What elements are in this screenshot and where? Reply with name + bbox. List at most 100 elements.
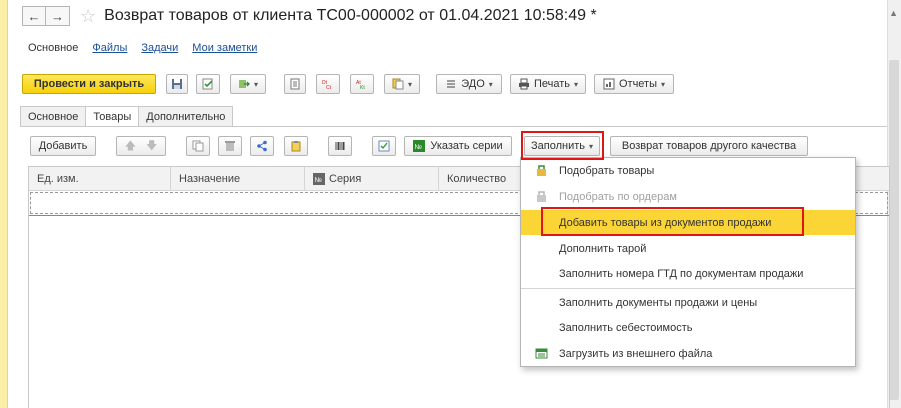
series-icon: № xyxy=(313,173,325,185)
menu-item-fill-cost[interactable]: Заполнить себестоимость xyxy=(521,315,855,340)
post-document-icon xyxy=(202,78,213,90)
journal-button[interactable] xyxy=(284,74,306,94)
nav-main[interactable]: Основное xyxy=(28,42,78,54)
tab-additional[interactable]: Дополнительно xyxy=(138,106,234,126)
scroll-thumb[interactable] xyxy=(889,60,899,400)
chevron-down-icon: ▾ xyxy=(488,79,493,89)
fill-button-highlight-frame xyxy=(521,131,604,160)
menu-item-label: Дополнить тарой xyxy=(559,242,647,255)
arrow-up-icon[interactable]: 🡅 xyxy=(125,137,136,156)
forward-button[interactable]: → xyxy=(46,6,70,26)
column-unit[interactable]: Ед. изм. xyxy=(29,167,171,191)
svg-text:№: № xyxy=(415,144,423,151)
print-label: Печать xyxy=(533,78,571,90)
printer-icon xyxy=(518,78,529,90)
reports-button[interactable]: Отчеты ▾ xyxy=(594,74,674,94)
load-file-icon xyxy=(535,348,548,359)
menu-separator xyxy=(521,288,855,289)
edo-icon xyxy=(447,80,456,88)
post-and-close-button[interactable]: Провести и закрыть xyxy=(22,74,156,94)
specify-series-button[interactable]: № Указать серии xyxy=(404,136,512,156)
menu-item-label: Загрузить из внешнего файла xyxy=(559,347,713,360)
paste-button[interactable] xyxy=(284,136,308,156)
forward-arrow-icon: → xyxy=(51,8,64,24)
chevron-down-icon: ▾ xyxy=(574,79,579,89)
title-bar: ← → ☆ Возврат товаров от клиента ТС00-00… xyxy=(22,4,597,28)
menu-item-label: Заполнить номера ГТД по документам прода… xyxy=(559,267,804,280)
copy-row-button[interactable] xyxy=(186,136,210,156)
document-title: Возврат товаров от клиента ТС00-000002 о… xyxy=(104,7,597,24)
left-accent-strip xyxy=(0,0,8,408)
column-series[interactable]: № Серия xyxy=(305,167,439,191)
reports-label: Отчеты xyxy=(618,78,657,90)
move-buttons[interactable]: 🡅 🡇 xyxy=(116,136,166,156)
tab-main[interactable]: Основное xyxy=(20,106,87,126)
back-arrow-icon: ← xyxy=(27,8,41,24)
favorite-star-icon[interactable]: ☆ xyxy=(80,6,96,27)
tab-goods[interactable]: Товары xyxy=(85,106,140,127)
debit-credit-button[interactable]: Dt Ct xyxy=(316,74,340,94)
barcode-button[interactable] xyxy=(328,136,352,156)
print-button[interactable]: Печать ▾ xyxy=(510,74,586,94)
create-based-icon xyxy=(238,80,250,88)
specify-series-label: Указать серии xyxy=(430,140,503,152)
transactions-button[interactable]: At Kt xyxy=(350,74,374,94)
trash-icon xyxy=(225,141,235,151)
menu-item-label: Подобрать по ордерам xyxy=(559,190,677,203)
series-number-icon: № xyxy=(413,140,426,152)
pick-goods-icon xyxy=(537,165,546,176)
chevron-down-icon: ▾ xyxy=(407,79,412,89)
svg-text:Kt: Kt xyxy=(360,85,365,90)
delete-row-button[interactable] xyxy=(218,136,242,156)
scroll-up-icon[interactable]: ▲ xyxy=(889,8,898,18)
return-other-quality-button[interactable]: Возврат товаров другого качества xyxy=(610,136,808,156)
back-button[interactable]: ← xyxy=(22,6,46,26)
share-icon xyxy=(257,140,267,152)
svg-text:Ct: Ct xyxy=(326,85,332,90)
pick-orders-icon xyxy=(537,191,546,202)
menu-item-label: Подобрать товары xyxy=(559,164,655,177)
menu-item-pick-goods[interactable]: Подобрать товары xyxy=(521,158,855,183)
menu-item-label: Заполнить себестоимость xyxy=(559,321,693,334)
nav-notes[interactable]: Мои заметки xyxy=(192,42,257,54)
edo-button[interactable]: ЭДО ▾ xyxy=(436,74,502,94)
menu-item-highlight-frame xyxy=(541,207,804,236)
menu-item-fill-gtd-numbers[interactable]: Заполнить номера ГТД по документам прода… xyxy=(521,261,855,286)
related-docs-icon xyxy=(392,78,404,90)
column-purpose[interactable]: Назначение xyxy=(171,167,305,191)
form-tabs: Основное Товары Дополнительно xyxy=(20,106,234,127)
edo-label: ЭДО xyxy=(461,78,485,90)
menu-item-pick-orders[interactable]: Подобрать по ордерам xyxy=(521,184,855,209)
clipboard-icon xyxy=(291,141,301,152)
barcode-icon xyxy=(335,142,345,150)
menu-item-label: Заполнить документы продажи и цены xyxy=(559,296,758,309)
menu-item-fill-sales-docs-prices[interactable]: Заполнить документы продажи и цены xyxy=(521,290,855,315)
at-kt-icon: AtKt xyxy=(356,80,365,90)
column-series-label: Серия xyxy=(329,173,362,185)
check-button[interactable] xyxy=(372,136,396,156)
copy-icon xyxy=(192,140,204,152)
chevron-down-icon: ▾ xyxy=(253,79,258,89)
add-row-button[interactable]: Добавить xyxy=(30,136,96,156)
nav-files[interactable]: Файлы xyxy=(92,42,127,54)
save-button[interactable] xyxy=(166,74,188,94)
related-docs-button[interactable]: ▾ xyxy=(384,74,420,94)
floppy-disk-icon xyxy=(172,79,182,89)
menu-item-load-external-file[interactable]: Загрузить из внешнего файла xyxy=(521,341,855,366)
chevron-down-icon: ▾ xyxy=(661,79,666,89)
nav-tasks[interactable]: Задачи xyxy=(141,42,178,54)
share-button[interactable] xyxy=(250,136,274,156)
fill-dropdown-menu: Подобрать товары Подобрать по ордерам До… xyxy=(520,157,856,367)
arrow-down-icon[interactable]: 🡇 xyxy=(146,137,157,156)
create-based-on-button[interactable]: ▾ xyxy=(230,74,266,94)
menu-item-add-packaging[interactable]: Дополнить тарой xyxy=(521,236,855,261)
checklist-icon xyxy=(378,140,390,152)
svg-text:№: № xyxy=(315,177,323,184)
column-quantity[interactable]: Количество xyxy=(439,167,529,191)
form-navigation: Основное Файлы Задачи Мои заметки xyxy=(28,42,257,54)
tabs-divider xyxy=(20,126,887,127)
journal-icon xyxy=(290,78,300,90)
post-button[interactable] xyxy=(196,74,220,94)
report-icon xyxy=(603,78,615,90)
dt-kt-icon: DtCt xyxy=(322,80,332,90)
